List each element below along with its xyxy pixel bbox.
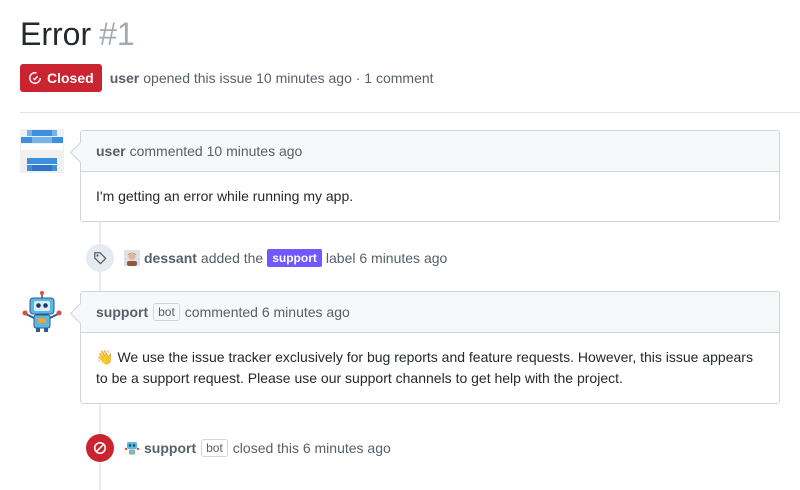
event-action: added the — [200, 250, 264, 266]
event-badge — [86, 244, 114, 272]
support-bot-avatar[interactable] — [20, 290, 64, 334]
comment-body-text: We use the issue tracker exclusively for… — [96, 349, 753, 386]
comment-meta: commented 6 minutes ago — [184, 304, 350, 320]
issue-number: #1 — [99, 16, 135, 52]
dessant-avatar[interactable] — [124, 250, 140, 266]
comment-body: I'm getting an error while running my ap… — [96, 188, 354, 204]
comment-header: user commented 10 minutes ago — [81, 131, 779, 172]
comment-header: support bot commented 6 minutes ago — [81, 292, 779, 333]
closed-event: support bot closed this 6 minutes ago — [86, 434, 391, 462]
issue-title: Error #1 — [20, 14, 135, 54]
closed-state-badge: Closed — [20, 64, 102, 92]
event-action: closed this 6 minutes ago — [232, 440, 391, 456]
issue-author-link[interactable]: user — [110, 70, 140, 86]
comment-meta: commented 10 minutes ago — [129, 143, 303, 159]
label-event: dessant added the support label 6 minute… — [86, 244, 447, 272]
header-divider — [20, 112, 800, 113]
support-bot-mini-avatar[interactable] — [124, 440, 140, 456]
comment-author-link[interactable]: user — [96, 143, 126, 159]
bot-label: bot — [201, 439, 228, 457]
bot-label: bot — [153, 303, 180, 321]
comment-support-bot: support bot commented 6 minutes ago 👋 We … — [80, 291, 780, 404]
event-actor-link[interactable]: support — [144, 440, 196, 456]
support-label[interactable]: support — [267, 249, 322, 267]
issue-meta-text: opened this issue 10 minutes ago · 1 com… — [143, 70, 434, 86]
event-suffix: label 6 minutes ago — [325, 250, 448, 266]
event-actor-link[interactable]: dessant — [144, 250, 197, 266]
comment-body: 👋 We use the issue tracker exclusively fo… — [81, 333, 779, 403]
wave-emoji: 👋 — [96, 349, 114, 365]
tag-icon — [94, 252, 107, 265]
issue-title-text: Error — [20, 16, 92, 52]
circle-slash-icon — [93, 441, 107, 455]
issue-meta: Closed user opened this issue 10 minutes… — [20, 64, 434, 92]
issue-closed-icon — [29, 72, 41, 84]
comment-user: user commented 10 minutes ago I'm gettin… — [80, 130, 780, 222]
state-label: Closed — [47, 70, 94, 86]
comment-author-link[interactable]: support — [96, 304, 148, 320]
event-badge — [86, 434, 114, 462]
user-avatar[interactable] — [20, 129, 64, 173]
